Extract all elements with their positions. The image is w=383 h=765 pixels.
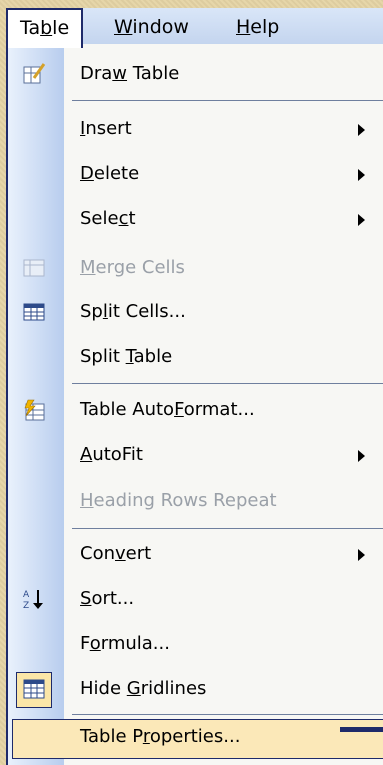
menu-table-label-a: Ta xyxy=(20,17,41,39)
menu-item-heading-rows-repeat[interactable]: Heading Rows Repeat xyxy=(8,479,383,523)
menu-table[interactable]: Table xyxy=(6,8,84,48)
table-autoformat-label: Table AutoFormat... xyxy=(80,399,255,420)
split-cells-label: Split Cells... xyxy=(80,301,186,322)
menu-item-table-autoformat[interactable]: Table AutoFormat... xyxy=(8,388,383,432)
menu-item-sort[interactable]: A Z Sort... xyxy=(8,577,383,621)
menu-item-convert[interactable]: Convert xyxy=(8,532,383,576)
heading-rows-repeat-label: Heading Rows Repeat xyxy=(80,490,277,511)
menu-help-label-b: elp xyxy=(250,16,280,38)
submenu-arrow-icon xyxy=(358,124,365,136)
menu-window-label-b: indow xyxy=(132,16,189,38)
menu-item-autofit[interactable]: AutoFit xyxy=(8,433,383,477)
submenu-arrow-icon xyxy=(358,214,365,226)
draw-table-label: Draw Table xyxy=(80,63,180,84)
merge-cells-icon xyxy=(23,259,45,277)
menu-item-merge-cells[interactable]: Merge Cells xyxy=(8,246,383,290)
formula-label: Formula... xyxy=(80,633,170,654)
menu-item-table-properties[interactable]: Table Properties... xyxy=(8,715,383,759)
sort-label: Sort... xyxy=(80,588,135,609)
select-label: Select xyxy=(80,208,136,229)
separator xyxy=(72,528,383,529)
menu-help[interactable]: Help xyxy=(224,8,291,46)
menu-bar: Table Window Help xyxy=(6,8,383,48)
menu-help-accel: H xyxy=(236,16,251,38)
separator xyxy=(72,383,383,384)
menu-table-label-b: le xyxy=(52,17,70,39)
hide-gridlines-label: Hide Gridlines xyxy=(80,678,207,699)
submenu-arrow-icon xyxy=(358,169,365,181)
split-table-label: Split Table xyxy=(80,346,173,367)
menu-item-split-table[interactable]: Split Table xyxy=(8,335,383,379)
autofit-label: AutoFit xyxy=(80,444,143,465)
pointer-indicator-line xyxy=(340,727,383,732)
table-menu-dropdown: Draw Table Insert Delete Select Merge Ce… xyxy=(6,44,383,765)
menu-item-split-cells[interactable]: Split Cells... xyxy=(8,290,383,334)
submenu-arrow-icon xyxy=(358,549,365,561)
menu-item-delete[interactable]: Delete xyxy=(8,152,383,196)
sort-ascending-icon: A Z xyxy=(23,590,43,611)
menu-item-formula[interactable]: Formula... xyxy=(8,622,383,666)
menu-table-accel: b xyxy=(40,17,53,39)
svg-text:A: A xyxy=(23,590,30,600)
delete-label: Delete xyxy=(80,163,140,184)
menu-item-hide-gridlines[interactable]: Hide Gridlines xyxy=(8,667,383,711)
menu-item-insert[interactable]: Insert xyxy=(8,107,383,151)
merge-cells-label: Merge Cells xyxy=(80,257,185,278)
convert-label: Convert xyxy=(80,543,152,564)
table-autoformat-icon xyxy=(24,399,45,421)
menu-window-accel: W xyxy=(114,16,133,38)
menu-item-draw-table[interactable]: Draw Table xyxy=(8,52,383,96)
insert-label: Insert xyxy=(80,118,132,139)
draw-table-icon xyxy=(23,63,46,84)
split-cells-icon xyxy=(23,303,45,321)
submenu-arrow-icon xyxy=(358,450,365,462)
table-properties-label: Table Properties... xyxy=(80,726,241,747)
svg-text:Z: Z xyxy=(23,601,29,611)
separator xyxy=(72,100,383,101)
menu-window[interactable]: Window xyxy=(102,8,201,46)
menu-item-select[interactable]: Select xyxy=(8,197,383,241)
gridlines-icon xyxy=(23,679,45,699)
